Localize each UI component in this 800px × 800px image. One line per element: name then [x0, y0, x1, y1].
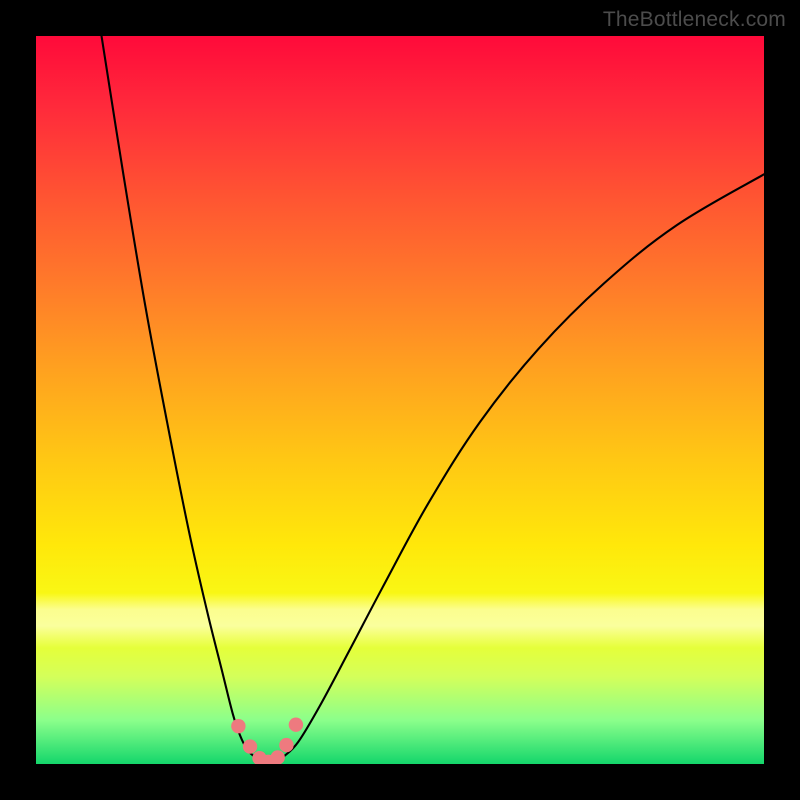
chart-container: TheBottleneck.com	[0, 0, 800, 800]
valley-marker	[289, 717, 303, 731]
watermark-text: TheBottleneck.com	[603, 8, 786, 32]
valley-marker	[271, 750, 285, 764]
valley-marker	[279, 738, 293, 752]
valley-marker	[243, 739, 257, 753]
plot-area	[36, 36, 764, 764]
curve-right-branch	[284, 174, 764, 756]
chart-svg	[36, 36, 764, 764]
valley-marker	[231, 719, 245, 733]
curve-left-branch	[102, 36, 255, 757]
